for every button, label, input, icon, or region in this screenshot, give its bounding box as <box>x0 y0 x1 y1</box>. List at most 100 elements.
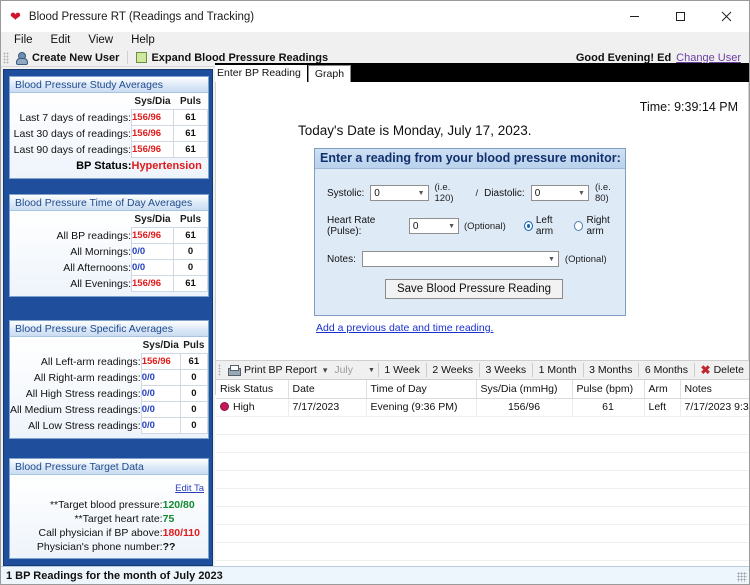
table-row[interactable]: High 7/17/2023 Evening (9:36 PM) 156/96 … <box>216 398 749 417</box>
spec-row-label: All High Stress readings: <box>25 387 141 400</box>
pulse-arm-row: Heart Rate (Pulse): 0 ▼ (Optional) Left … <box>327 215 625 237</box>
spec-row-sysdia: 0/0 <box>140 385 181 402</box>
change-user-link[interactable]: Change User <box>676 52 741 64</box>
target-value: 180/110 <box>162 527 200 539</box>
table-row: Last 7 days of readings: 156/96 61 <box>10 109 208 126</box>
panel-specific-title: Blood Pressure Specific Averages <box>10 321 208 337</box>
timeofday-averages-table: Sys/Dia Puls All BP readings: 156/96 61 … <box>10 213 208 292</box>
chevron-down-icon: ▼ <box>578 189 585 197</box>
pulse-input[interactable]: 0 ▼ <box>408 218 460 234</box>
spec-row-sysdia: 0/0 <box>140 369 181 386</box>
notes-input[interactable]: ▼ <box>361 251 559 267</box>
column-header-sysdia[interactable]: Sys/Dia (mmHg) <box>476 380 573 399</box>
edit-target-link[interactable]: Edit Ta <box>175 483 204 494</box>
target-label: Physician's phone number: <box>36 541 163 553</box>
print-bp-report-label: Print BP Report <box>244 364 317 376</box>
add-previous-reading-link[interactable]: Add a previous date and time reading. <box>316 322 493 334</box>
table-row: All High Stress readings: 0/0 0 <box>10 385 209 402</box>
spec-row-sysdia: 0/0 <box>140 417 181 434</box>
heart-icon: ❤ <box>10 9 21 24</box>
table-row-empty <box>216 416 749 435</box>
radio-left-arm[interactable]: Left arm <box>523 215 569 237</box>
create-new-user-label: Create New User <box>32 51 120 64</box>
window-title: Blood Pressure RT (Readings and Tracking… <box>28 10 255 23</box>
column-header-pulse[interactable]: Pulse (bpm) <box>572 380 645 399</box>
column-header-arm[interactable]: Arm <box>644 380 681 399</box>
delete-label: Delete <box>713 364 744 376</box>
study-col-pulse: Puls <box>179 96 202 107</box>
time-label: Time: <box>639 100 671 114</box>
radio-dot-icon <box>574 221 584 231</box>
panel-study-title: Blood Pressure Study Averages <box>10 77 208 93</box>
tod-row-pulse: 0 <box>173 243 208 260</box>
study-row-sysdia: 156/96 <box>131 109 174 126</box>
column-header-notes[interactable]: Notes <box>680 380 749 399</box>
tod-row-pulse: 61 <box>173 227 208 244</box>
expand-readings-label: Expand Blood Pressure Readings <box>151 51 329 64</box>
study-row-pulse: 61 <box>173 125 208 142</box>
radio-right-arm[interactable]: Right arm <box>574 215 625 237</box>
column-header-risk-status[interactable]: Risk Status <box>216 380 289 399</box>
expand-readings-button[interactable]: Expand Blood Pressure Readings <box>130 52 334 64</box>
delete-x-icon: ✖ <box>700 363 711 377</box>
tod-row-label: All Mornings: <box>70 245 131 258</box>
bp-entry-title: Enter a reading from your blood pressure… <box>315 149 625 169</box>
tod-row-sysdia: 156/96 <box>131 275 174 292</box>
range-2-weeks-button[interactable]: 2 Weeks <box>426 361 479 379</box>
notes-row: Notes: ▼ (Optional) <box>327 251 607 267</box>
left-sidebar: Blood Pressure Study Averages Sys/Dia Pu… <box>3 69 213 566</box>
status-bar: 1 BP Readings for the month of July 2023 <box>1 566 749 584</box>
study-row-sysdia: 156/96 <box>131 125 174 142</box>
spec-row-label: All Medium Stress readings: <box>10 403 141 416</box>
panel-specific-body: Sys/Dia Puls All Left-arm readings: 156/… <box>10 337 209 438</box>
panel-study-averages: Blood Pressure Study Averages Sys/Dia Pu… <box>9 76 209 179</box>
minimize-button[interactable] <box>611 1 657 32</box>
range-3-weeks-button[interactable]: 3 Weeks <box>480 361 533 379</box>
menu-item-file[interactable]: File <box>5 32 42 49</box>
resize-grip[interactable] <box>737 572 747 582</box>
tod-row-label: All Evenings: <box>70 277 131 290</box>
status-bar-text: 1 BP Readings for the month of July 2023 <box>6 569 223 582</box>
month-filter-select[interactable]: July ▼ <box>331 361 378 379</box>
range-1-week-button[interactable]: 1 Week <box>378 361 425 379</box>
panel-target-data: Blood Pressure Target Data Edit Ta **Tar… <box>9 458 209 559</box>
range-6-months-button[interactable]: 6 Months <box>639 361 694 379</box>
pulse-label: Heart Rate (Pulse): <box>327 215 376 237</box>
menu-item-help[interactable]: Help <box>122 32 164 49</box>
dropdown-marker-icon: ▾ <box>322 364 328 375</box>
print-bp-report-button[interactable]: Print BP Report <box>221 361 323 379</box>
range-3-months-button[interactable]: 3 Months <box>583 361 638 379</box>
panel-target-title: Blood Pressure Target Data <box>10 459 208 475</box>
delete-button[interactable]: ✖ Delete <box>695 361 749 379</box>
close-button[interactable] <box>703 1 749 32</box>
spec-row-sysdia: 156/96 <box>140 353 181 370</box>
spec-row-label: All Right-arm readings: <box>33 371 141 384</box>
table-row: All Medium Stress readings: 0/0 0 <box>10 401 209 418</box>
diastolic-input[interactable]: 0 ▼ <box>530 185 589 201</box>
tod-row-label: All Afternoons: <box>63 261 131 274</box>
menu-item-edit[interactable]: Edit <box>42 32 80 49</box>
target-value: ?? <box>162 541 176 553</box>
notes-hint: (Optional) <box>564 253 607 265</box>
cell-time-of-day: Evening (9:36 PM) <box>366 398 477 417</box>
cell-date: 7/17/2023 <box>288 398 367 417</box>
pulse-value: 0 <box>412 220 419 232</box>
tab-graph[interactable]: Graph <box>307 65 352 82</box>
radio-dot-icon <box>523 221 533 231</box>
tab-enter-bp-reading[interactable]: Enter BP Reading <box>215 65 307 82</box>
spec-row-pulse: 0 <box>179 401 209 418</box>
maximize-button[interactable] <box>657 1 703 32</box>
save-bp-reading-button[interactable]: Save Blood Pressure Reading <box>385 279 563 299</box>
range-1-month-button[interactable]: 1 Month <box>533 361 583 379</box>
systolic-input[interactable]: 0 ▼ <box>370 185 429 201</box>
study-col-sysdia: Sys/Dia <box>134 96 171 107</box>
spec-col-pulse: Puls <box>183 340 205 351</box>
today-prefix: Today's Date is <box>298 123 390 138</box>
create-new-user-button[interactable]: Create New User <box>9 51 125 65</box>
column-header-date[interactable]: Date <box>288 380 367 399</box>
menu-item-view[interactable]: View <box>79 32 122 49</box>
column-header-time-of-day[interactable]: Time of Day <box>366 380 477 399</box>
cell-risk-status: High <box>216 398 289 417</box>
panel-target-body: Edit Ta **Target blood pressure: 120/80 … <box>10 475 208 558</box>
expand-icon <box>136 52 148 63</box>
